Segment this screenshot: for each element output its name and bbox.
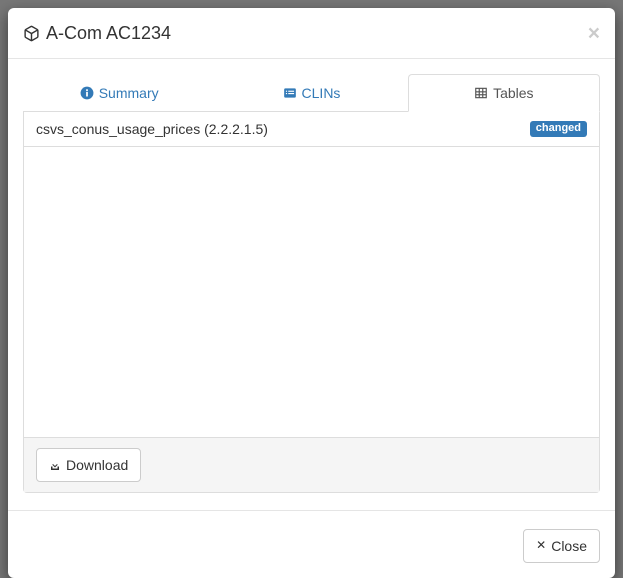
close-button-label: Close xyxy=(551,536,587,556)
modal-footer: ✕ Close xyxy=(8,510,615,578)
modal-header: A-Com AC1234 × xyxy=(8,8,615,59)
info-circle-icon xyxy=(80,86,94,100)
panel-footer: Download xyxy=(24,437,599,492)
tab-summary-label: Summary xyxy=(99,85,159,101)
table-panel: csvs_conus_usage_prices (2.2.2.1.5) chan… xyxy=(24,112,599,492)
modal-title: A-Com AC1234 xyxy=(23,23,171,44)
tab-summary: Summary xyxy=(23,74,215,111)
tab-tables: Tables xyxy=(408,74,600,111)
list-alt-icon xyxy=(283,86,297,100)
tab-tables-link[interactable]: Tables xyxy=(408,74,600,112)
tab-clins: CLINs xyxy=(215,74,407,111)
table-item-version: (2.2.2.1.5) xyxy=(204,121,268,137)
download-button[interactable]: Download xyxy=(36,448,141,482)
table-item-name: csvs_conus_usage_prices xyxy=(36,121,200,137)
times-icon: ✕ xyxy=(536,537,546,554)
modal-body: Summary CLINs xyxy=(8,59,615,510)
modal-title-text: A-Com AC1234 xyxy=(46,23,171,44)
table-item-title: csvs_conus_usage_prices (2.2.2.1.5) xyxy=(36,121,268,137)
close-icon[interactable]: × xyxy=(588,23,600,44)
table-icon xyxy=(474,86,488,100)
tab-tables-label: Tables xyxy=(493,85,533,101)
tab-summary-link[interactable]: Summary xyxy=(23,74,215,112)
download-button-label: Download xyxy=(66,455,128,475)
status-badge: changed xyxy=(530,121,587,137)
tab-content: csvs_conus_usage_prices (2.2.2.1.5) chan… xyxy=(23,112,600,493)
panel-body xyxy=(24,147,599,437)
nav-tabs: Summary CLINs xyxy=(23,74,600,112)
cube-icon xyxy=(23,25,40,42)
close-button[interactable]: ✕ Close xyxy=(523,529,600,563)
tab-clins-label: CLINs xyxy=(302,85,341,101)
tab-clins-link[interactable]: CLINs xyxy=(215,74,407,112)
modal-dialog: A-Com AC1234 × Summary xyxy=(8,8,615,578)
panel-heading[interactable]: csvs_conus_usage_prices (2.2.2.1.5) chan… xyxy=(24,112,599,147)
download-icon xyxy=(49,459,61,471)
